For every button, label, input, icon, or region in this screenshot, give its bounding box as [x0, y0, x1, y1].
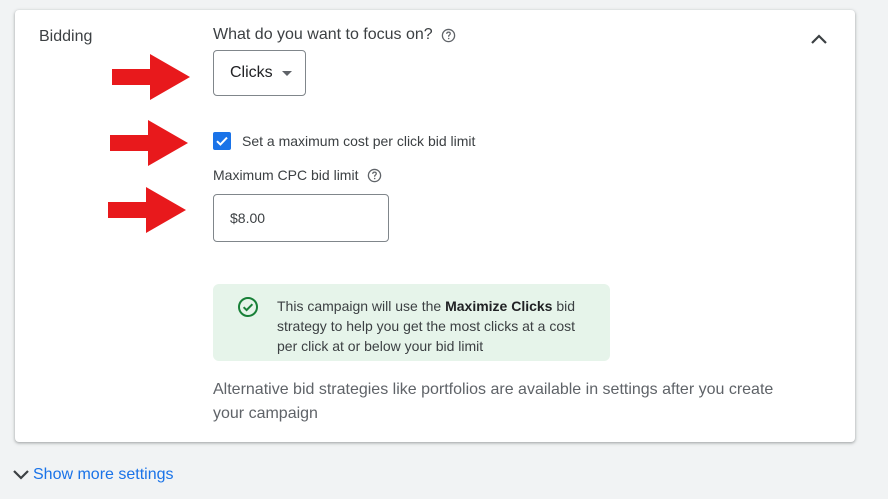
check-circle-icon	[238, 297, 258, 317]
strategy-name: Maximize Clicks	[445, 298, 553, 314]
section-label: Bidding	[39, 28, 93, 45]
chevron-up-icon	[811, 34, 827, 44]
max-cpc-checkbox-label[interactable]: Set a maximum cost per click bid limit	[242, 133, 475, 149]
strategy-info-box: This campaign will use the Maximize Clic…	[213, 284, 610, 361]
show-more-settings-label[interactable]: Show more settings	[33, 466, 174, 484]
red-arrow-icon	[108, 187, 186, 233]
show-more-settings-link[interactable]: Show more settings	[12, 466, 174, 484]
max-cpc-input[interactable]: $ 8.00	[213, 194, 389, 242]
red-arrow-icon	[110, 120, 188, 166]
chevron-down-icon	[13, 470, 29, 480]
max-cpc-value: 8.00	[237, 210, 266, 226]
checkmark-icon	[216, 136, 228, 146]
collapse-button[interactable]	[805, 25, 833, 53]
dropdown-caret-icon	[281, 70, 292, 76]
focus-question: What do you want to focus on?	[213, 26, 457, 44]
max-cpc-checkbox-row: Set a maximum cost per click bid limit	[213, 132, 475, 150]
max-cpc-field-label: Maximum CPC bid limit	[213, 167, 382, 183]
info-text-before: This campaign will use the	[277, 298, 446, 314]
currency-symbol: $	[230, 210, 238, 226]
max-cpc-field-label-text: Maximum CPC bid limit	[213, 167, 359, 183]
max-cpc-checkbox[interactable]	[213, 132, 231, 150]
red-arrow-icon	[112, 54, 190, 100]
focus-dropdown[interactable]: Clicks	[213, 50, 306, 96]
alternative-strategies-note: Alternative bid strategies like portfoli…	[213, 381, 774, 422]
help-circle-icon[interactable]	[441, 27, 457, 43]
strategy-info-text: This campaign will use the Maximize Clic…	[277, 296, 597, 356]
focus-dropdown-value: Clicks	[230, 64, 273, 81]
help-circle-icon[interactable]	[366, 167, 382, 183]
focus-question-text: What do you want to focus on?	[213, 26, 433, 43]
